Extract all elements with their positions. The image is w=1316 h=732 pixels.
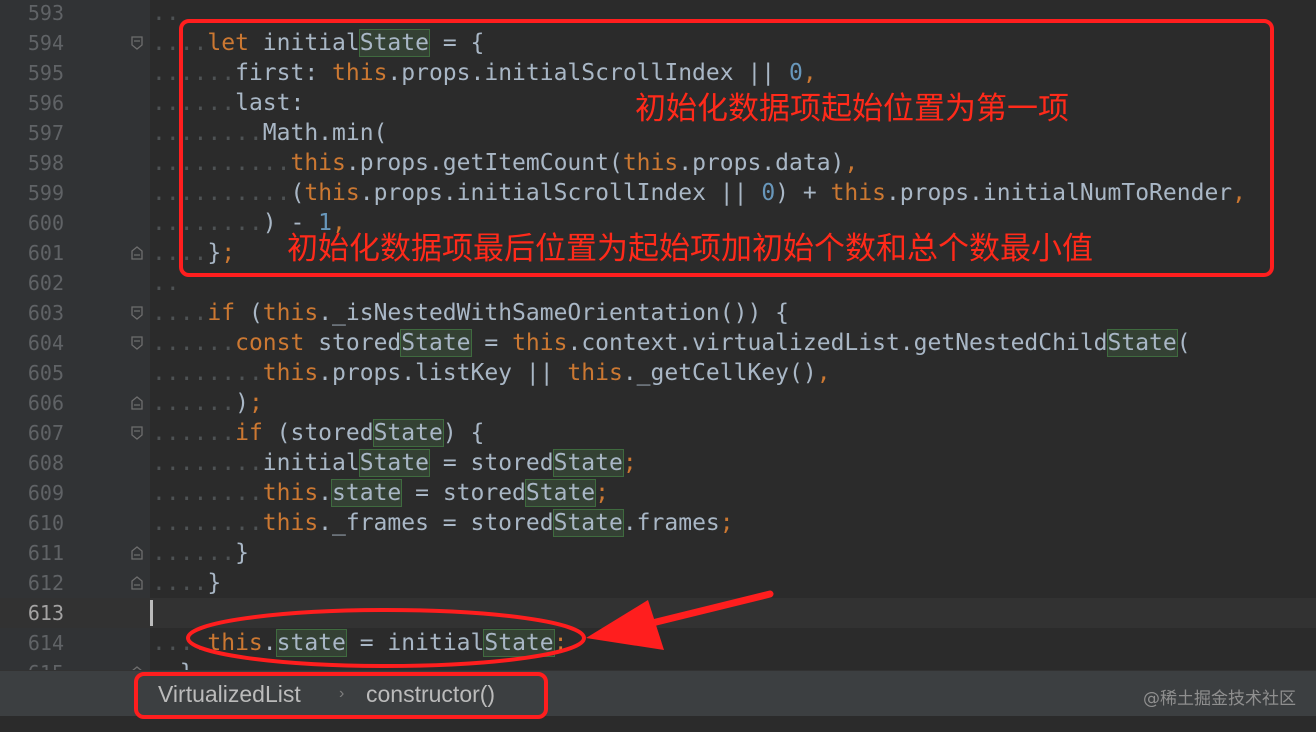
code-text[interactable]: ......if (storedState) {	[152, 418, 484, 448]
code-line[interactable]: 614 ....this.state = initialState;	[0, 628, 1316, 658]
line-number: 602	[27, 271, 64, 295]
code-text[interactable]: ......}	[152, 538, 249, 568]
fold-open-icon[interactable]	[131, 426, 143, 440]
fold-close-icon[interactable]	[131, 396, 143, 410]
code-text[interactable]: ..}	[152, 658, 194, 670]
line-number: 603	[27, 301, 64, 325]
code-line[interactable]: 604 ......const storedState = this.contex…	[0, 328, 1316, 358]
text-caret	[150, 600, 153, 626]
fold-close-icon[interactable]	[131, 576, 143, 590]
code-text[interactable]: ......const storedState = this.context.v…	[152, 328, 1191, 358]
code-line[interactable]: 605 ........this.props.listKey || this._g…	[0, 358, 1316, 388]
watermark: @稀土掘金技术社区	[1143, 689, 1296, 709]
code-line[interactable]: 606......);	[0, 388, 1316, 418]
line-number: 614	[27, 631, 64, 655]
line-number: 612	[27, 571, 64, 595]
annotation-note-last: 初始化数据项最后位置为起始项加初始个数和总个数最小值	[287, 231, 1093, 267]
fold-open-icon[interactable]	[131, 336, 143, 350]
fold-open-icon[interactable]	[131, 306, 143, 320]
line-number: 593	[27, 1, 64, 25]
annotation-note-first: 初始化数据项起始位置为第一项	[635, 91, 1069, 127]
code-text[interactable]: ..	[152, 0, 180, 28]
line-number: 596	[27, 91, 64, 115]
line-number: 609	[27, 481, 64, 505]
code-line[interactable]: 613	[0, 598, 1316, 628]
fold-close-icon[interactable]	[131, 246, 143, 260]
fold-open-icon[interactable]	[131, 36, 143, 50]
line-number: 615	[0, 658, 64, 670]
line-number: 604	[27, 331, 64, 355]
code-line[interactable]: 610 ........this._frames = storedState.fr…	[0, 508, 1316, 538]
line-number: 605	[27, 361, 64, 385]
code-text[interactable]: ........initialState = storedState;	[152, 448, 637, 478]
line-number: 611	[27, 541, 64, 565]
line-number: 599	[27, 181, 64, 205]
code-text[interactable]: ....}	[152, 568, 221, 598]
code-text[interactable]: ........this._frames = storedState.frame…	[152, 508, 734, 538]
code-text[interactable]: ....if (this._isNestedWithSameOrientatio…	[152, 298, 789, 328]
annotation-box-breadcrumb	[134, 672, 548, 719]
line-number: 613	[27, 601, 64, 625]
code-text[interactable]: ........this.props.listKey || this._getC…	[152, 358, 831, 388]
fold-close-icon[interactable]	[131, 546, 143, 560]
line-number: 607	[27, 421, 64, 445]
code-text[interactable]: ....this.state = initialState;	[152, 628, 567, 658]
line-number: 597	[27, 121, 64, 145]
line-number: 598	[27, 151, 64, 175]
code-line[interactable]: 611......}	[0, 538, 1316, 568]
line-number: 606	[27, 391, 64, 415]
code-line[interactable]: 603 ....if (this._isNestedWithSameOrienta…	[0, 298, 1316, 328]
code-line[interactable]: 607 ......if (storedState) {	[0, 418, 1316, 448]
line-number: 595	[27, 61, 64, 85]
line-number: 610	[27, 511, 64, 535]
code-line[interactable]: 608 ........initialState = storedState;	[0, 448, 1316, 478]
code-text[interactable]: ......);	[152, 388, 263, 418]
code-text[interactable]: ........this.state = storedState;	[152, 478, 609, 508]
code-line[interactable]: 615..}	[0, 658, 1316, 670]
line-number: 601	[27, 241, 64, 265]
line-number: 594	[27, 31, 64, 55]
code-text[interactable]: ..	[152, 268, 180, 298]
line-number: 600	[27, 211, 64, 235]
code-line[interactable]: 609 ........this.state = storedState;	[0, 478, 1316, 508]
code-line[interactable]: 612....}	[0, 568, 1316, 598]
line-number: 608	[27, 451, 64, 475]
